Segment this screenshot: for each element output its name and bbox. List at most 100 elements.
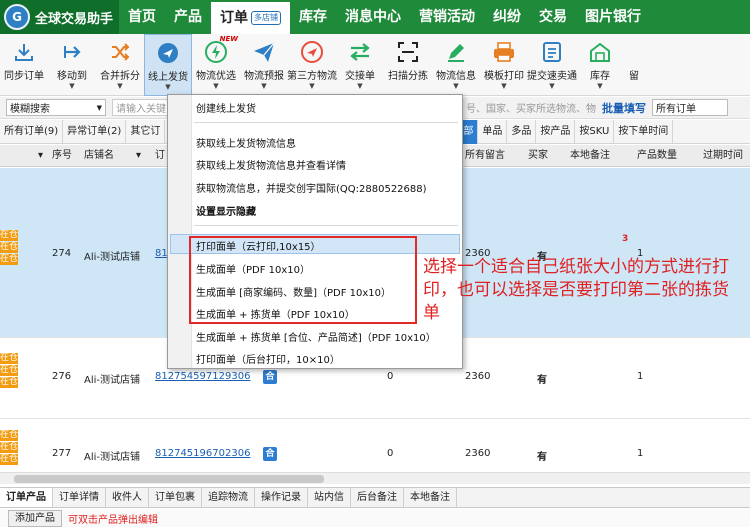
merge-split-button[interactable]: 合并拆分 ▼ <box>96 34 144 96</box>
horizontal-scrollbar[interactable] <box>0 472 750 484</box>
menu-item-get-logistics[interactable]: 获取线上发货物流信息 <box>196 135 296 150</box>
nav-orders-label: 订单 <box>220 10 249 26</box>
keyword-input[interactable]: 请输入关键 <box>112 99 172 116</box>
template-print-button[interactable]: 模板打印 ▼ <box>480 34 528 96</box>
column-sort-icon[interactable]: ▾ <box>136 145 141 167</box>
tool-label: 留 <box>629 71 639 82</box>
tab-order-details[interactable]: 订单详情 <box>53 488 106 507</box>
in-stock-badges: 在仓 在仓 在仓 <box>0 430 18 465</box>
nav-messages[interactable]: 消息中心 <box>336 0 410 34</box>
tab-order-products[interactable]: 订单产品 <box>0 488 53 507</box>
table-row[interactable]: 在仓 在仓 在仓 277 Ali-测试店铺 812745196702306 合 … <box>0 420 750 472</box>
nav-disputes[interactable]: 纠纷 <box>484 0 530 34</box>
tab-single-item[interactable]: 单品 <box>478 119 508 144</box>
row-order-link[interactable]: 812754597129306 <box>155 371 250 382</box>
tool-label: 交接单 <box>345 71 375 82</box>
chevron-down-icon: ▼ <box>309 82 315 90</box>
row-order-link[interactable]: 81 <box>155 248 168 259</box>
scrollbar-thumb[interactable] <box>14 475 324 483</box>
nav-image-bank[interactable]: 图片银行 <box>576 0 650 34</box>
logistics-info-button[interactable]: 物流信息 ▼ <box>432 34 480 96</box>
menu-item-generate-pdf-picklist-bin[interactable]: 生成面单 + 拣货单 [合位、产品简述]（PDF 10x10） <box>196 329 436 344</box>
column-sort-icon[interactable]: ▾ <box>38 145 43 167</box>
move-to-button[interactable]: 移动到 ▼ <box>48 34 96 96</box>
col-buyer[interactable]: 买家 <box>528 145 548 167</box>
in-stock-badge: 在仓 <box>0 454 19 465</box>
col-store[interactable]: 店铺名 <box>84 145 114 167</box>
chevron-down-icon: ▼ <box>69 82 75 90</box>
menu-item-print-background[interactable]: 打印面单（后台打印，10×10） <box>196 351 340 366</box>
edit-hint: 可双击产品弹出编辑 <box>68 514 158 526</box>
nav-trade[interactable]: 交易 <box>530 0 576 34</box>
swap-icon <box>347 39 373 65</box>
inventory-button[interactable]: 库存 ▼ <box>576 34 624 96</box>
row-qty: 1 <box>637 371 644 382</box>
tab-other-orders[interactable]: 其它订 <box>126 119 166 144</box>
menu-item-create-online-ship[interactable]: 创建线上发货 <box>196 100 256 115</box>
sync-orders-button[interactable]: 同步订单 <box>0 34 48 96</box>
nav-orders[interactable]: 订单 多店铺 <box>211 0 291 34</box>
paper-plane-icon <box>251 39 277 65</box>
tab-local-notes[interactable]: 本地备注 <box>404 488 457 507</box>
tool-label: 同步订单 <box>4 71 44 82</box>
tab-tracking[interactable]: 追踪物流 <box>202 488 255 507</box>
order-scope-select[interactable]: 所有订单 <box>652 99 728 116</box>
col-seq[interactable]: 序号 <box>52 145 72 167</box>
nav-products[interactable]: 产品 <box>165 0 211 34</box>
scan-sort-button[interactable]: 扫描分拣 <box>384 34 432 96</box>
online-ship-dropdown-menu: 创建线上发货 获取线上发货物流信息 获取线上发货物流信息并查看详情 获取物流信息… <box>167 94 463 369</box>
nav-inventory[interactable]: 库存 <box>290 0 336 34</box>
handover-sheet-button[interactable]: 交接单 ▼ <box>336 34 384 96</box>
plane-icon <box>155 40 181 66</box>
tab-site-messages[interactable]: 站内信 <box>308 488 351 507</box>
tab-operation-log[interactable]: 操作记录 <box>255 488 308 507</box>
search-mode-select[interactable]: 模糊搜索 ▼ <box>6 99 106 116</box>
submit-aliexpress-button[interactable]: 提交速卖通 ▼ <box>527 34 577 96</box>
tool-label: 模板打印 <box>484 71 524 82</box>
col-expire[interactable]: 过期时间 <box>703 145 743 167</box>
tab-recipient[interactable]: 收件人 <box>106 488 149 507</box>
row-order-link[interactable]: 812745196702306 <box>155 448 250 459</box>
nav-marketing[interactable]: 营销活动 <box>410 0 484 34</box>
menu-item-display-settings[interactable]: 设置显示隐藏 <box>196 203 256 218</box>
tab-by-sku[interactable]: 按SKU <box>575 119 615 144</box>
tab-order-packages[interactable]: 订单包裹 <box>149 488 202 507</box>
third-party-logistics-button[interactable]: 第三方物流 ▼ <box>287 34 337 96</box>
menu-item-get-logistics-detail[interactable]: 获取线上发货物流信息并查看详情 <box>196 157 346 172</box>
batch-fill-link[interactable]: 批量填写 <box>602 100 646 116</box>
add-product-button[interactable]: 添加产品 <box>8 509 62 527</box>
download-icon <box>11 39 37 65</box>
nav-home[interactable]: 首页 <box>119 0 165 34</box>
in-stock-badge: 在仓 <box>0 230 19 241</box>
logistics-preferred-button[interactable]: NEW 物流优选 ▼ <box>192 34 240 96</box>
tool-label: 物流预报 <box>244 71 284 82</box>
row-seq: 274 <box>52 248 72 259</box>
multi-store-tag[interactable]: 多店铺 <box>251 11 282 25</box>
row-store: Ali-测试店铺 <box>84 375 141 386</box>
chevron-down-icon: ▼ <box>213 82 219 90</box>
menu-separator <box>194 122 458 123</box>
tab-backend-notes[interactable]: 后台备注 <box>351 488 404 507</box>
tool-label: 线上发货 <box>148 72 188 83</box>
col-quantity[interactable]: 产品数量 <box>637 145 677 167</box>
app-logo[interactable]: G 全球交易助手 <box>0 0 120 34</box>
chevron-down-icon: ▼ <box>597 82 603 90</box>
move-icon <box>59 39 85 65</box>
form-icon <box>539 39 565 65</box>
message-button[interactable]: 留 <box>624 34 644 96</box>
menu-item-get-and-submit[interactable]: 获取物流信息，并提交创宇国际(QQ:2880522688) <box>196 180 427 195</box>
online-ship-button[interactable]: 线上发货 ▼ <box>144 34 192 96</box>
col-local-note[interactable]: 本地备注 <box>570 145 610 167</box>
annotation-highlight-box <box>189 236 417 324</box>
search-mode-value: 模糊搜索 <box>10 104 50 115</box>
tab-all-orders[interactable]: 所有订单(9) <box>0 119 64 144</box>
col-messages[interactable]: 所有留言 <box>465 145 505 167</box>
col-order[interactable]: 订 <box>155 145 165 167</box>
tab-multi-item[interactable]: 多品 <box>507 119 537 144</box>
detail-tabs: 订单产品 订单详情 收件人 订单包裹 追踪物流 操作记录 站内信 后台备注 本地… <box>0 487 750 508</box>
in-stock-badge: 在仓 <box>0 254 19 265</box>
tab-abnormal-orders[interactable]: 异常订单(2) <box>63 119 127 144</box>
tab-by-product[interactable]: 按产品 <box>536 119 576 144</box>
tab-by-order-time[interactable]: 按下单时间 <box>614 119 674 144</box>
logistics-forecast-button[interactable]: 物流预报 ▼ <box>240 34 288 96</box>
